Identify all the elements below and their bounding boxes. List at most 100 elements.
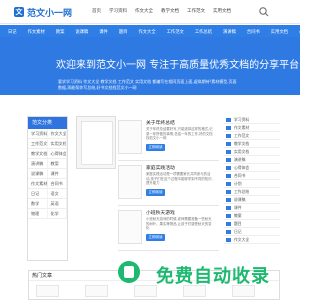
nav-item[interactable]: 作文大全 — [135, 8, 153, 14]
subnav-item[interactable]: 日记 — [8, 29, 17, 35]
right-list-label: 作文大全 — [234, 237, 250, 242]
site-logo[interactable]: 文 范文小一网 — [14, 6, 78, 19]
subnav-item[interactable]: 实用文档 — [271, 29, 288, 35]
subnav-item[interactable]: 工作范文 — [167, 29, 184, 35]
document-icon — [226, 166, 231, 170]
right-list-item[interactable]: 教学文档 — [224, 140, 280, 148]
subnav-item[interactable]: 合同书 — [247, 29, 260, 35]
search-icon[interactable] — [258, 6, 270, 18]
article-title[interactable]: 家庭实践活动 — [146, 164, 175, 171]
category-item[interactable]: 说课稿 — [28, 169, 48, 179]
subnav-item[interactable]: 作文大全 — [138, 29, 155, 35]
category-item[interactable]: 实用文档 — [47, 139, 67, 149]
site-name: 范文小一网 — [27, 8, 73, 19]
category-item[interactable]: 心得体会 — [47, 149, 67, 159]
category-item[interactable]: 日记 — [28, 189, 48, 199]
nav-item[interactable]: 首页 — [92, 8, 101, 14]
right-list-item[interactable]: 课件 — [224, 204, 280, 212]
document-thumbnail — [118, 210, 142, 244]
hero-banner: 欢迎来到范文小一网 专注于高质量优秀文档的分享平台 要求学习资料 作文大全 教学… — [0, 37, 300, 95]
logo-icon: 文 — [14, 7, 24, 17]
article-list: 关于年终总结 关于年终总结要好写,只能选择这样的格式,记录一年所做的事情,总结一… — [118, 116, 219, 261]
right-list-item[interactable]: 学习资料 — [224, 116, 280, 124]
article-item[interactable]: 关于年终总结 关于年终总结要好写,只能选择这样的格式,记录一年所做的事情,总结一… — [118, 116, 219, 161]
article-title[interactable]: 关于年终总结 — [146, 119, 175, 126]
subnav-item[interactable]: 演讲稿 — [223, 29, 236, 35]
category-item[interactable]: 教案 — [47, 159, 67, 169]
category-item[interactable]: 数学 — [28, 199, 48, 209]
document-icon — [226, 190, 231, 194]
featured-document[interactable] — [76, 116, 116, 169]
category-item[interactable]: 语文 — [47, 189, 67, 199]
top-header: 文 范文小一网 首页 学习资料 作文大全 教学文档 工作范文 实用文档 — [0, 0, 300, 24]
article-item[interactable]: 小班秋天游戏 小班秋天游戏的时候,老师需要准备一些秋天的树叶、果实等物品,让孩子… — [118, 206, 219, 251]
right-list-item[interactable]: 作文素材 — [224, 124, 280, 132]
category-item[interactable]: 作文素材 — [28, 179, 48, 189]
right-list-label: 演讲稿 — [234, 157, 246, 162]
document-thumbnail — [118, 165, 142, 199]
document-icon — [226, 150, 231, 154]
right-list-item[interactable]: 实用文档 — [224, 148, 280, 156]
category-item[interactable]: 工作范文 — [28, 139, 48, 149]
read-button[interactable]: 立即阅读 — [146, 144, 165, 151]
right-list-item[interactable]: 工作总结 — [224, 188, 280, 196]
article-summary: 家庭实践活动是一项需要家长共同参与的活动,孩子们在这个过程中能够学到不同的知识,… — [146, 172, 213, 185]
hot-document-thumbnail[interactable] — [36, 285, 59, 297]
right-list-item[interactable]: 说课稿 — [224, 196, 280, 204]
nav-item[interactable]: 实用文档 — [213, 8, 231, 14]
category-item[interactable]: 课件 — [47, 169, 67, 179]
category-item[interactable]: 学习资料 — [28, 129, 48, 139]
right-list-item[interactable]: 演讲稿 — [224, 156, 280, 164]
subnav-item[interactable]: 说课稿 — [75, 29, 88, 35]
subnav-item[interactable]: 题目 — [119, 29, 128, 35]
document-icon — [226, 238, 231, 242]
category-item[interactable]: 合同书 — [47, 179, 67, 189]
right-list-label: 课件 — [234, 205, 242, 210]
document-icon — [226, 222, 231, 226]
right-list-label: 日记 — [234, 229, 242, 234]
category-item[interactable]: 英语 — [47, 199, 67, 209]
right-list-label: 工作范文 — [234, 133, 250, 138]
subnav-item[interactable]: 课件 — [99, 29, 108, 35]
hot-document-thumbnail[interactable] — [85, 285, 108, 297]
hot-document-thumbnail[interactable] — [134, 285, 157, 297]
sidebar-title: 范文分类 — [28, 117, 67, 129]
nav-item[interactable]: 工作范文 — [187, 8, 205, 14]
right-list-item[interactable]: 作文大全 — [224, 236, 280, 244]
right-list-item[interactable]: 教案 — [224, 212, 280, 220]
article-item[interactable]: 家庭实践活动 家庭实践活动是一项需要家长共同参与的活动,孩子们在这个过程中能够学… — [118, 161, 219, 206]
nav-item[interactable]: 学习资料 — [109, 8, 127, 14]
nav-item[interactable]: 教学文档 — [161, 8, 179, 14]
article-title[interactable]: 小班秋天游戏 — [146, 209, 175, 216]
read-button[interactable]: 立即阅读 — [146, 234, 165, 241]
right-list-item[interactable]: 日记 — [224, 228, 280, 236]
document-icon — [226, 142, 231, 146]
category-item[interactable]: 化学 — [47, 209, 67, 219]
category-item[interactable]: 教学文档 — [28, 149, 48, 159]
read-button[interactable]: 立即阅读 — [146, 189, 165, 196]
article-summary: 小班秋天游戏的时候,老师需要准备一些秋天的树叶、果实等物品,让孩子们感受秋天的变… — [146, 217, 212, 230]
category-item[interactable]: 演讲稿 — [28, 159, 48, 169]
right-list-item[interactable]: 题目 — [224, 220, 280, 228]
document-thumbnail — [118, 120, 142, 154]
right-list-label: 说课稿 — [234, 197, 246, 202]
subnav-item[interactable]: 教案 — [56, 29, 65, 35]
right-list-item[interactable]: 工作范文 — [224, 132, 280, 140]
right-list-item[interactable]: 计划 — [224, 180, 280, 188]
right-list-label: 合同书 — [234, 173, 246, 178]
right-list-label: 作文素材 — [234, 125, 250, 130]
right-list-label: 学习资料 — [234, 117, 250, 122]
right-list-label: 实用文档 — [234, 149, 250, 154]
right-list-label: 教学文档 — [234, 141, 250, 146]
document-icon — [226, 230, 231, 234]
category-item[interactable]: 物理 — [28, 209, 48, 219]
right-link-list: 学习资料 作文素材 工作范文 教学文档 实用文档 演讲稿 心得体会 合同书 计划… — [224, 116, 280, 261]
subnav-item[interactable]: 作文素材 — [28, 29, 45, 35]
subnav-item[interactable]: 心得体会 — [299, 29, 316, 35]
subnav-item[interactable]: 工作总结 — [195, 29, 212, 35]
right-list-item[interactable]: 合同书 — [224, 172, 280, 180]
right-list-item[interactable]: 心得体会 — [224, 164, 280, 172]
main-navigation: 首页 学习资料 作文大全 教学文档 工作范文 实用文档 — [92, 8, 231, 14]
document-icon — [226, 134, 231, 138]
category-item[interactable]: 作文大全 — [47, 129, 67, 139]
